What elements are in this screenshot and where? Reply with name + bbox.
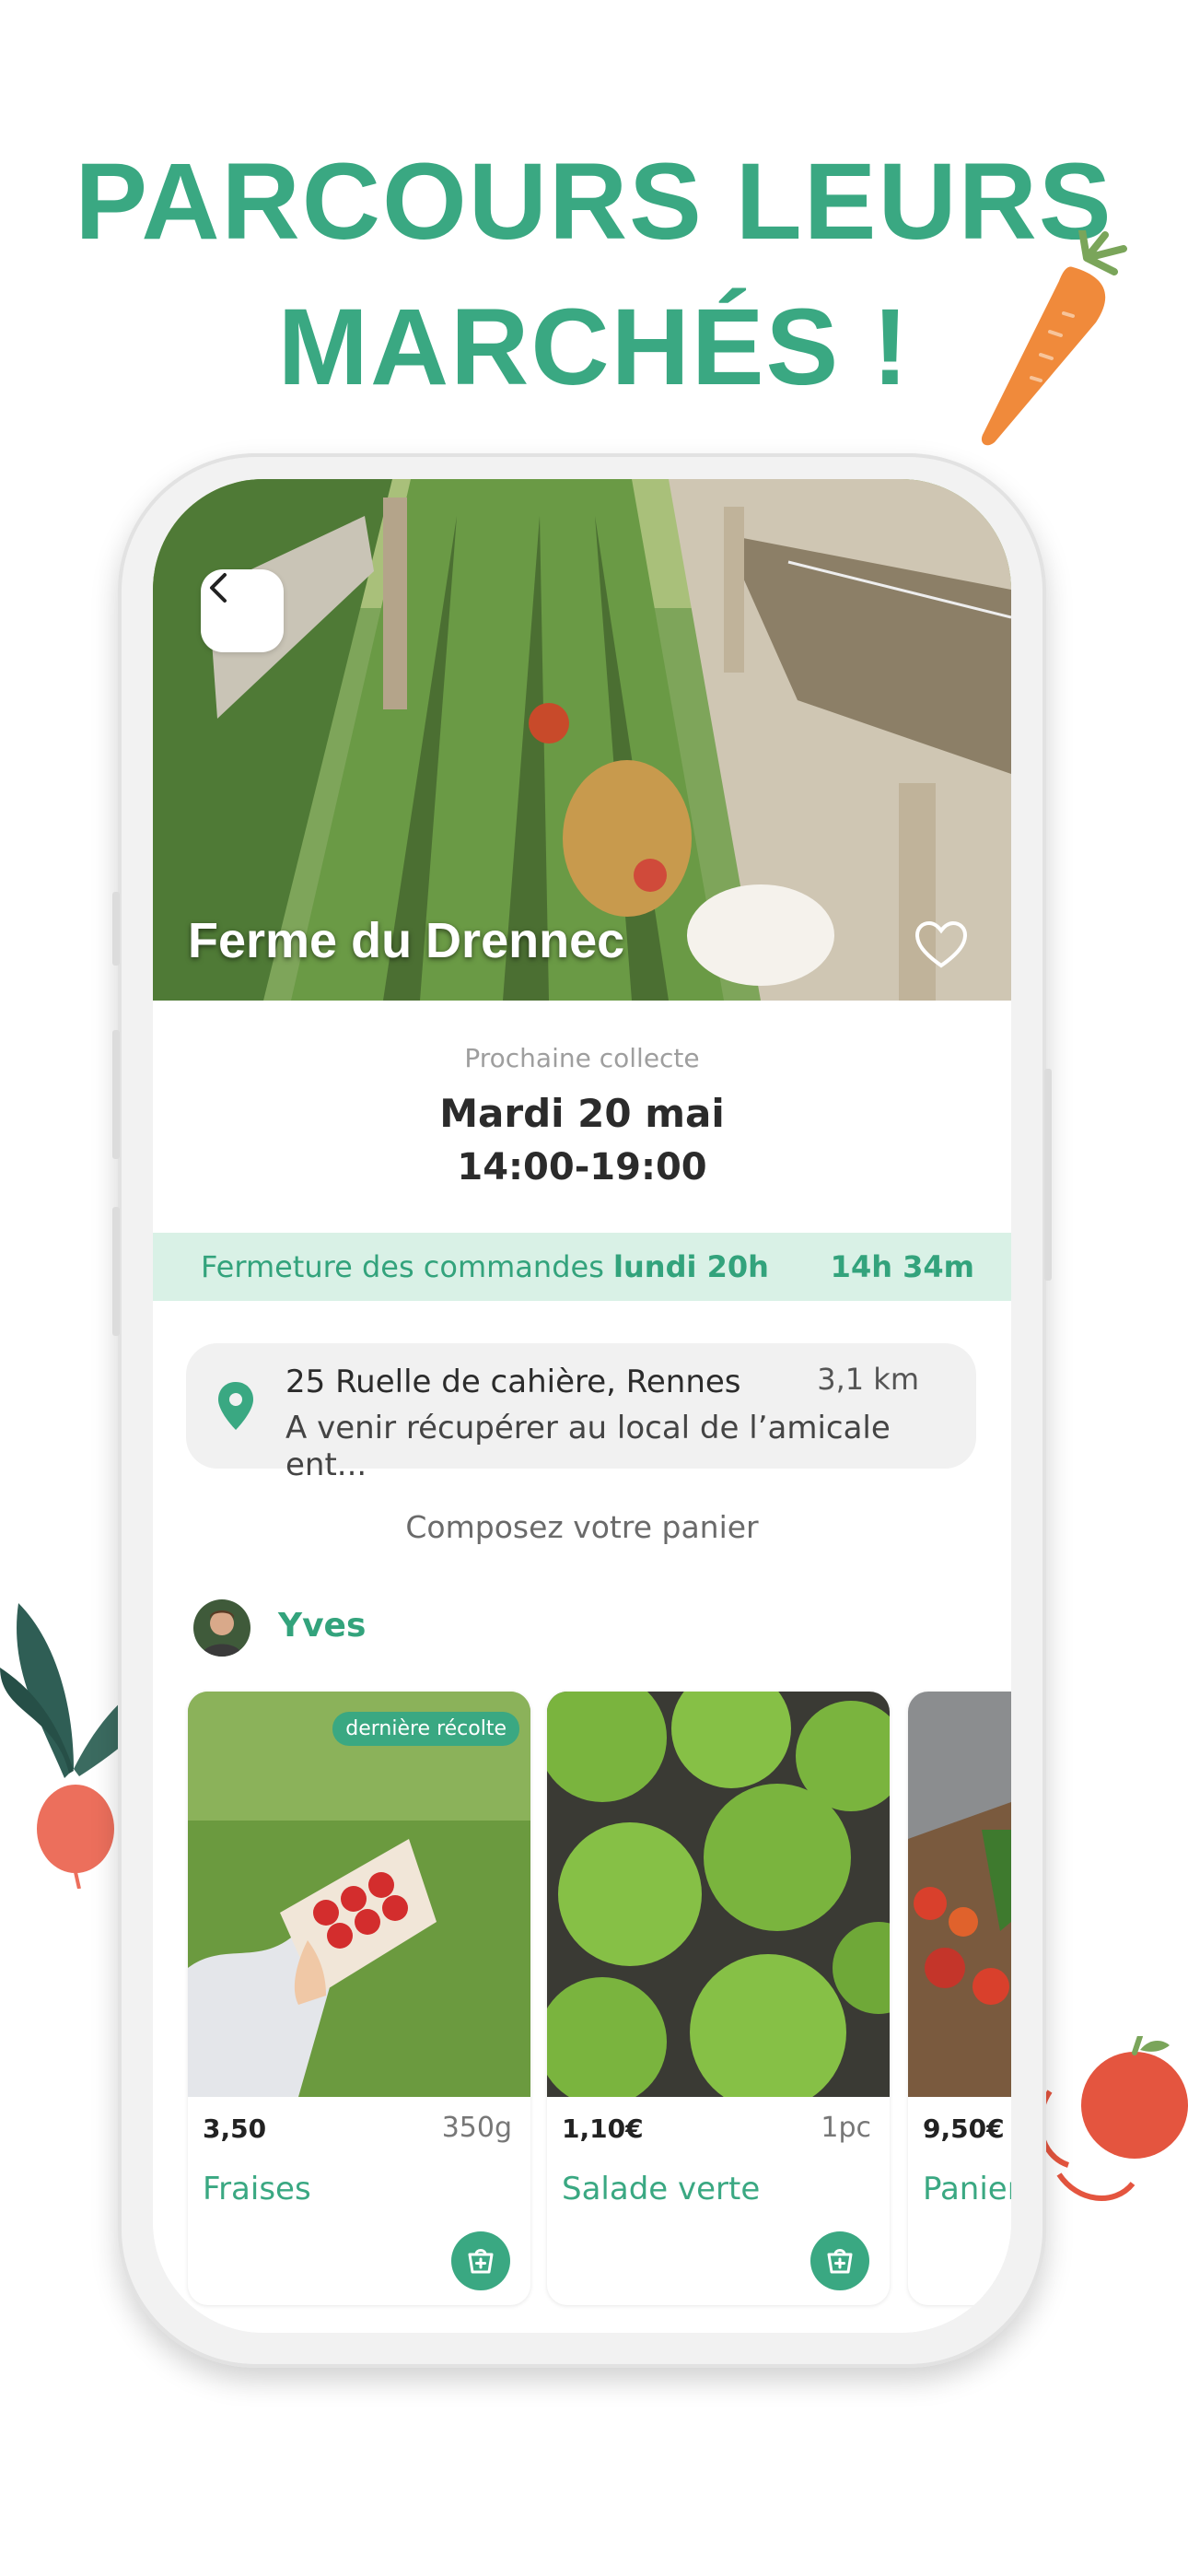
- cart-plus-icon: [827, 2249, 853, 2274]
- pin-icon: [218, 1382, 253, 1430]
- compose-basket-label: Composez votre panier: [405, 1509, 759, 1545]
- order-deadline-banner: Fermeture des commandes lundi 20h 14h 34…: [153, 1233, 1011, 1301]
- next-collection-label: Prochaine collecte: [464, 1043, 700, 1073]
- product-card[interactable]: 9,50€ Panier: [908, 1692, 1011, 2305]
- address-card[interactable]: 25 Ruelle de cahière, Rennes 3,1 km A ve…: [186, 1343, 976, 1483]
- producer-name[interactable]: Yves: [278, 1607, 366, 1645]
- chevron-left-icon: [210, 573, 227, 603]
- collection-hours: 14:00-19:00: [457, 1146, 707, 1188]
- address-distance: 3,1 km: [817, 1362, 919, 1397]
- product-image: [908, 1692, 1011, 2097]
- producer-avatar[interactable]: [193, 1599, 250, 1657]
- address-note: A venir récupérer au local de l’amicale …: [285, 1410, 891, 1483]
- product-quantity: 1pc: [821, 2112, 871, 2144]
- farm-name: Ferme du Drennec: [188, 913, 625, 968]
- product-name: Fraises: [203, 2171, 311, 2207]
- add-to-cart-button[interactable]: [451, 2231, 510, 2290]
- favorite-button[interactable]: [914, 918, 969, 973]
- deadline-text: Fermeture des commandes lundi 20h: [201, 1249, 769, 1284]
- address-street: 25 Ruelle de cahière, Rennes: [285, 1364, 741, 1400]
- app-screen: Ferme du Drennec Prochaine collecte Mard…: [153, 479, 1011, 2333]
- phone-power-button: [1044, 1069, 1052, 1281]
- deadline-day: lundi 20h: [613, 1249, 769, 1284]
- add-to-cart-button[interactable]: [810, 2231, 869, 2290]
- product-name: Salade verte: [562, 2171, 761, 2207]
- product-name: Panier: [923, 2171, 1011, 2207]
- product-card[interactable]: 1,10€ 1pc Salade verte: [547, 1692, 890, 2305]
- phone-side-button: [112, 892, 120, 966]
- farm-hero-image: Ferme du Drennec: [153, 479, 1011, 1001]
- product-price: 9,50€: [923, 2113, 1005, 2144]
- product-card[interactable]: dernière récolte 3,50 350g Fraises: [188, 1692, 530, 2305]
- carrot-illustration: [981, 230, 1127, 446]
- last-harvest-tag: dernière récolte: [332, 1712, 519, 1746]
- product-image: [547, 1692, 890, 2097]
- avatar-photo: [193, 1599, 250, 1657]
- product-price: 1,10€: [562, 2113, 644, 2144]
- collection-date: Mardi 20 mai: [439, 1091, 725, 1136]
- countdown: 14h 34m: [830, 1249, 974, 1284]
- apple-illustration: [1037, 2036, 1188, 2201]
- deadline-label: Fermeture des commandes: [201, 1249, 604, 1284]
- phone-volume-down: [112, 1207, 120, 1336]
- product-quantity: 350g: [441, 2112, 512, 2144]
- product-price: 3,50: [203, 2113, 267, 2144]
- heart-icon: [914, 920, 968, 968]
- back-button[interactable]: [201, 569, 284, 652]
- cart-plus-icon: [468, 2249, 494, 2274]
- product-image: [188, 1692, 530, 2097]
- phone-volume-up: [112, 1030, 120, 1159]
